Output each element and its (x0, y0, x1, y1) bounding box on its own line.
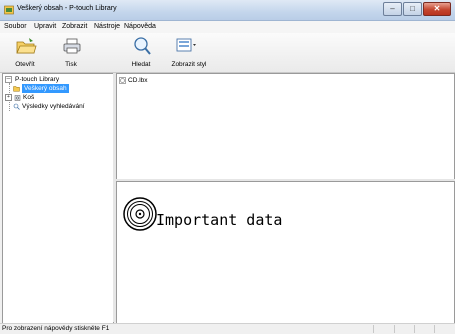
tree-label-all-contents: Veškerý obsah (22, 84, 69, 93)
status-panel (373, 325, 389, 333)
maximize-button[interactable]: □ (403, 2, 422, 16)
search-label: Hledat (131, 61, 151, 68)
tree-label-recycle: Koš (23, 94, 35, 101)
preview-text: Important data (156, 211, 283, 229)
tree-label-search-results: Výsledky vyhledávání (22, 103, 85, 110)
toolbar: Otevřít Tisk Hledat Zobrazit styl (0, 33, 455, 73)
app-icon (4, 5, 14, 15)
search-results-icon (13, 103, 20, 110)
status-panel (414, 325, 430, 333)
folder-icon (13, 86, 20, 92)
search-button[interactable]: Hledat (118, 35, 164, 70)
printer-icon (63, 38, 81, 54)
search-icon (134, 37, 151, 55)
menu-view[interactable]: Zobrazit (62, 23, 87, 30)
open-folder-icon (16, 38, 37, 54)
menu-help[interactable]: Nápověda (124, 23, 156, 30)
tree-label-root: P-touch Library (15, 76, 60, 83)
menu-tools[interactable]: Nástroje (94, 23, 120, 30)
recycle-bin-icon (14, 95, 21, 101)
view-style-label: Zobrazit styl (171, 61, 207, 68)
folder-tree[interactable]: P-touch Library Veškerý obsah + Koš Výsl… (2, 73, 114, 324)
file-name: CD.lbx (128, 77, 148, 84)
status-panel (394, 325, 410, 333)
library-icon (5, 76, 12, 83)
preview-pane (116, 181, 455, 324)
print-button[interactable]: Tisk (48, 35, 94, 70)
status-bar: Pro zobrazení nápovědy stiskněte F1 (0, 323, 455, 334)
cd-disc-icon (123, 197, 157, 231)
maximize-icon: □ (410, 4, 415, 13)
app-window: Veškerý obsah - P-touch Library – □ ✕ So… (0, 0, 455, 334)
print-label: Tisk (65, 61, 77, 68)
status-panel (434, 325, 450, 333)
close-icon: ✕ (433, 4, 441, 13)
view-style-button[interactable]: Zobrazit styl (163, 35, 215, 70)
open-label: Otevřít (15, 61, 35, 68)
open-button[interactable]: Otevřít (2, 35, 48, 70)
menu-file[interactable]: Soubor (4, 23, 27, 30)
status-text: Pro zobrazení nápovědy stiskněte F1 (2, 325, 110, 332)
view-style-icon (176, 38, 196, 52)
minimize-icon: – (390, 4, 395, 13)
window-title: Veškerý obsah - P-touch Library (17, 5, 117, 12)
file-list[interactable]: CD.lbx (116, 73, 455, 180)
close-button[interactable]: ✕ (423, 2, 451, 16)
menu-edit[interactable]: Upravit (34, 23, 56, 30)
title-bar: Veškerý obsah - P-touch Library – □ ✕ (0, 0, 455, 21)
expand-icon[interactable]: + (5, 94, 12, 101)
minimize-button[interactable]: – (383, 2, 402, 16)
label-file-icon (119, 77, 126, 84)
